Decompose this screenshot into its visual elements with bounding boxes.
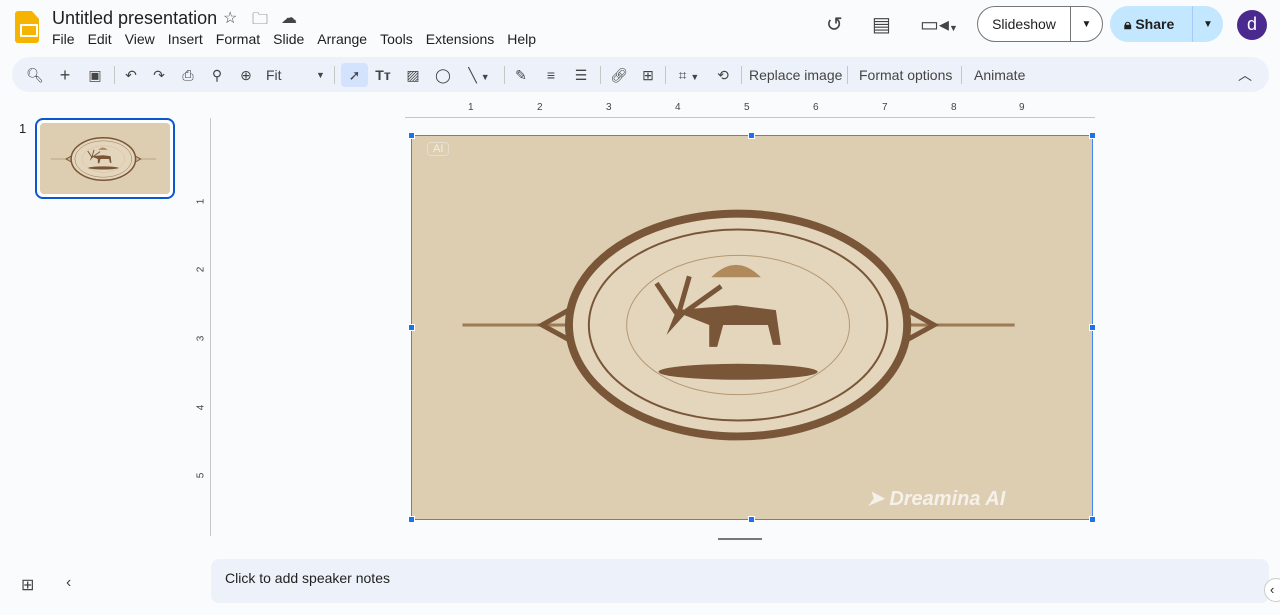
notes-placeholder: Click to add speaker notes bbox=[225, 570, 390, 586]
collapse-filmstrip-icon[interactable]: ‹ bbox=[66, 574, 71, 592]
search-menus-icon[interactable]: 🔍︎ bbox=[24, 63, 46, 87]
ruler-label: 4 bbox=[675, 102, 681, 113]
undo-icon[interactable]: ↶ bbox=[120, 63, 142, 87]
resize-handle[interactable] bbox=[748, 516, 755, 523]
version-history-icon[interactable]: ↺ bbox=[826, 12, 843, 37]
print-icon[interactable]: ⎙ bbox=[177, 63, 199, 87]
resize-handle[interactable] bbox=[408, 132, 415, 139]
resize-handle[interactable] bbox=[1089, 324, 1096, 331]
ruler-label: 8 bbox=[951, 102, 957, 113]
grid-view-icon[interactable]: ⊞ bbox=[21, 575, 34, 595]
border-color-icon[interactable]: ✎ bbox=[510, 63, 532, 87]
thumbnail-image bbox=[40, 123, 170, 194]
ruler-label: 9 bbox=[1019, 102, 1025, 113]
menu-view[interactable]: View bbox=[125, 31, 155, 47]
selected-image[interactable]: AI ➤ Dreamina AI bbox=[408, 132, 1096, 523]
line-icon[interactable]: ╲ ▼ bbox=[462, 63, 496, 87]
slides-logo[interactable] bbox=[15, 11, 39, 43]
ruler-label: 3 bbox=[195, 335, 207, 342]
layout-icon[interactable]: ▣ bbox=[84, 63, 106, 87]
paint-format-icon[interactable]: ⚲ bbox=[206, 63, 228, 87]
zoom-value: Fit bbox=[266, 67, 282, 83]
deer-emblem-image bbox=[412, 136, 1092, 519]
zoom-icon[interactable]: ⊕ bbox=[235, 63, 257, 87]
document-title[interactable]: Untitled presentation bbox=[52, 8, 217, 29]
ruler-label: 5 bbox=[195, 472, 207, 479]
lock-icon: 🔒︎ bbox=[1124, 16, 1136, 32]
slideshow-button[interactable]: Slideshow ▼ bbox=[977, 6, 1103, 42]
share-text: Share bbox=[1135, 16, 1175, 32]
animate-button[interactable]: Animate bbox=[974, 63, 1025, 87]
chevron-down-icon: ▼ bbox=[316, 70, 325, 80]
notes-resize-handle[interactable] bbox=[718, 538, 762, 540]
share-dropdown-icon[interactable]: ▼ bbox=[1193, 19, 1223, 30]
speaker-notes[interactable]: Click to add speaker notes bbox=[211, 559, 1269, 603]
share-label[interactable]: 🔒︎ Share bbox=[1110, 6, 1193, 42]
cloud-saved-icon[interactable]: ☁ bbox=[281, 8, 297, 28]
reset-image-icon[interactable]: ⟲ bbox=[712, 63, 734, 87]
menu-extensions[interactable]: Extensions bbox=[426, 31, 494, 47]
resize-handle[interactable] bbox=[748, 132, 755, 139]
menu-tools[interactable]: Tools bbox=[380, 31, 413, 47]
text-box-icon[interactable]: Tт bbox=[372, 63, 394, 87]
avatar[interactable]: d bbox=[1237, 10, 1267, 40]
ai-badge: AI bbox=[427, 142, 450, 156]
ruler-label: 1 bbox=[468, 102, 474, 113]
meet-icon[interactable]: ▭◂▼ bbox=[920, 12, 958, 37]
collapse-toolbar-icon[interactable]: ︿ bbox=[1234, 63, 1256, 87]
select-tool-icon[interactable]: ➚ bbox=[341, 63, 368, 87]
slide-number: 1 bbox=[19, 121, 27, 136]
resize-handle[interactable] bbox=[1089, 516, 1096, 523]
slide-thumbnail[interactable] bbox=[35, 118, 175, 199]
menu-file[interactable]: File bbox=[52, 31, 75, 47]
menu-edit[interactable]: Edit bbox=[88, 31, 112, 47]
toolbar: 🔍︎ + ▣ ↶ ↷ ⎙ ⚲ ⊕ Fit ▼ ➚ Tт ▨ ◯ ╲ ▼ ✎ ≡ ☰… bbox=[12, 57, 1269, 92]
share-button[interactable]: 🔒︎ Share ▼ bbox=[1110, 6, 1223, 42]
border-dash-icon[interactable]: ☰ bbox=[570, 63, 592, 87]
resize-handle[interactable] bbox=[1089, 132, 1096, 139]
watermark-text: Dreamina AI bbox=[889, 488, 1006, 510]
ruler-label: 3 bbox=[606, 102, 612, 113]
replace-image-button[interactable]: Replace image bbox=[749, 63, 842, 87]
zoom-select[interactable]: Fit ▼ bbox=[266, 63, 326, 87]
insert-image-icon[interactable]: ▨ bbox=[402, 63, 424, 87]
slideshow-label[interactable]: Slideshow bbox=[978, 7, 1071, 41]
menu-bar: File Edit View Insert Format Slide Arran… bbox=[52, 31, 549, 47]
format-options-button[interactable]: Format options bbox=[859, 63, 952, 87]
star-icon[interactable]: ☆ bbox=[223, 8, 237, 28]
ruler-label: 4 bbox=[195, 404, 207, 411]
ruler-label: 6 bbox=[813, 102, 819, 113]
resize-handle[interactable] bbox=[408, 516, 415, 523]
border-weight-icon[interactable]: ≡ bbox=[540, 63, 562, 87]
menu-insert[interactable]: Insert bbox=[168, 31, 203, 47]
ruler-label: 2 bbox=[195, 266, 207, 273]
menu-format[interactable]: Format bbox=[216, 31, 260, 47]
slideshow-dropdown-icon[interactable]: ▼ bbox=[1071, 19, 1102, 30]
ruler-label: 1 bbox=[195, 198, 207, 205]
link-icon[interactable]: 🔗︎ bbox=[608, 63, 630, 87]
shape-icon[interactable]: ◯ bbox=[432, 63, 454, 87]
new-slide-icon[interactable]: + bbox=[54, 63, 76, 87]
watermark: ➤ Dreamina AI bbox=[867, 488, 1006, 510]
crop-icon[interactable]: ⌗ ▼ bbox=[672, 63, 706, 87]
comments-icon[interactable]: ▤ bbox=[872, 12, 891, 37]
menu-slide[interactable]: Slide bbox=[273, 31, 304, 47]
redo-icon[interactable]: ↷ bbox=[148, 63, 170, 87]
horizontal-ruler[interactable]: 1 2 3 4 5 6 7 8 9 bbox=[405, 102, 1095, 118]
menu-arrange[interactable]: Arrange bbox=[317, 31, 367, 47]
resize-handle[interactable] bbox=[408, 324, 415, 331]
vertical-ruler[interactable]: 1 2 3 4 5 bbox=[195, 118, 211, 536]
ruler-label: 2 bbox=[537, 102, 543, 113]
ruler-label: 5 bbox=[744, 102, 750, 113]
menu-help[interactable]: Help bbox=[507, 31, 536, 47]
add-comment-icon[interactable]: ⊞ bbox=[637, 63, 659, 87]
ruler-label: 7 bbox=[882, 102, 888, 113]
